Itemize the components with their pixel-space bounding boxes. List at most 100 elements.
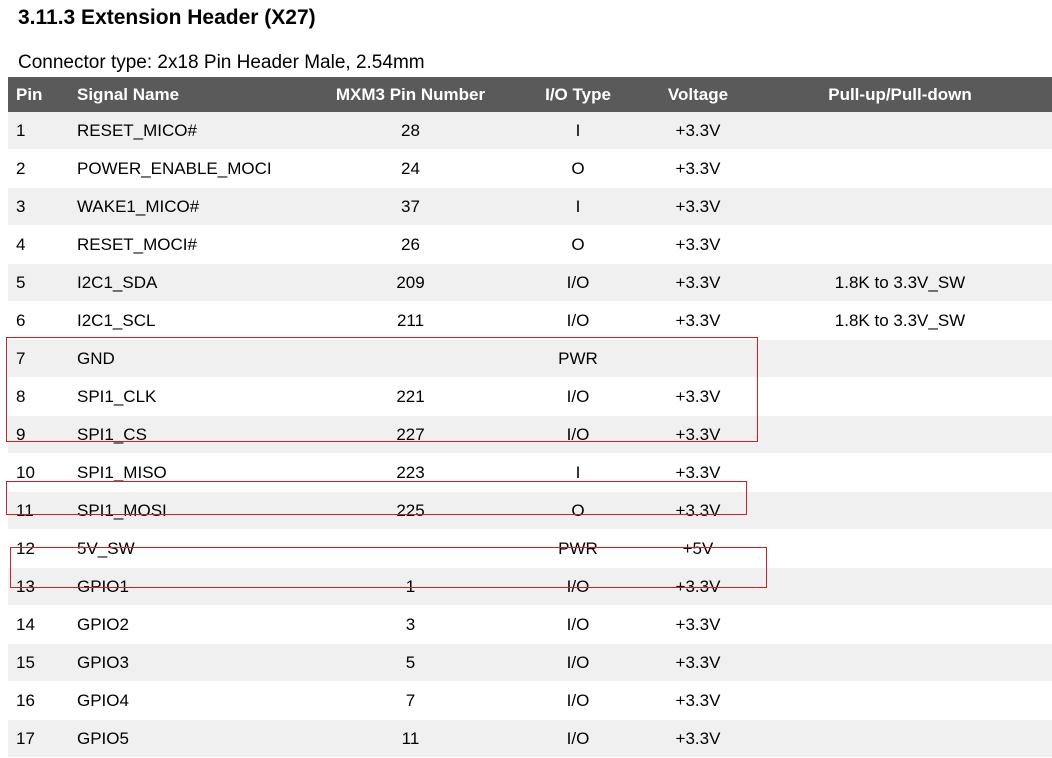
cell-signal-name: SPI1_CLK bbox=[68, 377, 313, 416]
section-title: 3.11.3 Extension Header (X27) bbox=[18, 6, 316, 29]
cell-signal-name: SPI1_MOSI bbox=[68, 491, 313, 530]
pinout-table: Pin Signal Name MXM3 Pin Number I/O Type… bbox=[8, 77, 1052, 758]
table-row: 5 I2C1_SDA 209 I/O +3.3V 1.8K to 3.3V_SW bbox=[8, 263, 1052, 302]
table-row: 2 POWER_ENABLE_MOCI 24 O +3.3V bbox=[8, 149, 1052, 188]
cell-pull-up-pull-down: 1.8K to 3.3V_SW bbox=[748, 263, 1052, 302]
cell-signal-name: 5V_SW bbox=[68, 529, 313, 568]
cell-pin: 9 bbox=[8, 415, 68, 454]
cell-pull-up-pull-down bbox=[748, 567, 1052, 606]
cell-signal-name: RESET_MOCI# bbox=[68, 225, 313, 264]
cell-signal-name: I2C1_SDA bbox=[68, 263, 313, 302]
header-voltage: Voltage bbox=[648, 77, 748, 112]
cell-voltage: +3.3V bbox=[648, 605, 748, 644]
header-pull-up-pull-down: Pull-up/Pull-down bbox=[748, 77, 1052, 112]
cell-mxm3-pin-number: 209 bbox=[313, 263, 508, 302]
cell-pull-up-pull-down bbox=[748, 453, 1052, 492]
cell-signal-name: SPI1_CS bbox=[68, 415, 313, 454]
table-row: 4 RESET_MOCI# 26 O +3.3V bbox=[8, 225, 1052, 264]
header-pin: Pin bbox=[8, 77, 68, 112]
cell-io-type: I/O bbox=[508, 643, 648, 682]
table-row: 8 SPI1_CLK 221 I/O +3.3V bbox=[8, 377, 1052, 416]
cell-io-type: I/O bbox=[508, 263, 648, 302]
cell-mxm3-pin-number: 24 bbox=[313, 149, 508, 188]
cell-voltage: +3.3V bbox=[648, 681, 748, 720]
table-row: 1 RESET_MICO# 28 I +3.3V bbox=[8, 112, 1052, 150]
cell-pin: 15 bbox=[8, 643, 68, 682]
cell-pin: 10 bbox=[8, 453, 68, 492]
cell-signal-name: GPIO4 bbox=[68, 681, 313, 720]
cell-pin: 11 bbox=[8, 491, 68, 530]
cell-mxm3-pin-number: 211 bbox=[313, 301, 508, 340]
cell-voltage: +3.3V bbox=[648, 719, 748, 758]
cell-io-type: PWR bbox=[508, 339, 648, 378]
cell-pin: 14 bbox=[8, 605, 68, 644]
cell-io-type: I/O bbox=[508, 415, 648, 454]
cell-pin: 1 bbox=[8, 112, 68, 150]
cell-signal-name: GPIO5 bbox=[68, 719, 313, 758]
cell-pin: 6 bbox=[8, 301, 68, 340]
table-row: 7 GND PWR bbox=[8, 339, 1052, 378]
table-row: 17 GPIO5 11 I/O +3.3V bbox=[8, 719, 1052, 758]
cell-mxm3-pin-number: 11 bbox=[313, 719, 508, 758]
cell-mxm3-pin-number: 225 bbox=[313, 491, 508, 530]
cell-io-type: I/O bbox=[508, 681, 648, 720]
cell-pin: 7 bbox=[8, 339, 68, 378]
cell-pin: 2 bbox=[8, 149, 68, 188]
connector-type: Connector type: 2x18 Pin Header Male, 2.… bbox=[18, 52, 425, 73]
cell-voltage: +3.3V bbox=[648, 415, 748, 454]
cell-signal-name: GPIO1 bbox=[68, 567, 313, 606]
cell-voltage: +3.3V bbox=[648, 263, 748, 302]
table-row: 3 WAKE1_MICO# 37 I +3.3V bbox=[8, 187, 1052, 226]
cell-signal-name: I2C1_SCL bbox=[68, 301, 313, 340]
cell-io-type: I bbox=[508, 453, 648, 492]
cell-pull-up-pull-down bbox=[748, 225, 1052, 264]
cell-mxm3-pin-number: 227 bbox=[313, 415, 508, 454]
cell-mxm3-pin-number: 37 bbox=[313, 187, 508, 226]
cell-mxm3-pin-number: 221 bbox=[313, 377, 508, 416]
cell-io-type: I/O bbox=[508, 567, 648, 606]
cell-pin: 3 bbox=[8, 187, 68, 226]
table-row: 6 I2C1_SCL 211 I/O +3.3V 1.8K to 3.3V_SW bbox=[8, 301, 1052, 340]
cell-mxm3-pin-number: 7 bbox=[313, 681, 508, 720]
cell-pull-up-pull-down bbox=[748, 491, 1052, 530]
cell-io-type: O bbox=[508, 491, 648, 530]
cell-voltage: +3.3V bbox=[648, 453, 748, 492]
header-signal-name: Signal Name bbox=[68, 77, 313, 112]
table-row: 12 5V_SW PWR +5V bbox=[8, 529, 1052, 568]
cell-pull-up-pull-down bbox=[748, 377, 1052, 416]
cell-pin: 12 bbox=[8, 529, 68, 568]
cell-mxm3-pin-number: 28 bbox=[313, 112, 508, 150]
cell-voltage: +3.3V bbox=[648, 643, 748, 682]
cell-pin: 17 bbox=[8, 719, 68, 758]
header-io-type: I/O Type bbox=[508, 77, 648, 112]
cell-pin: 13 bbox=[8, 567, 68, 606]
cell-signal-name: SPI1_MISO bbox=[68, 453, 313, 492]
cell-io-type: I/O bbox=[508, 605, 648, 644]
cell-pull-up-pull-down bbox=[748, 719, 1052, 758]
cell-pull-up-pull-down: 1.8K to 3.3V_SW bbox=[748, 301, 1052, 340]
cell-mxm3-pin-number bbox=[313, 339, 508, 378]
cell-io-type: I/O bbox=[508, 301, 648, 340]
cell-voltage bbox=[648, 339, 748, 378]
cell-pull-up-pull-down bbox=[748, 112, 1052, 150]
cell-pull-up-pull-down bbox=[748, 187, 1052, 226]
cell-io-type: PWR bbox=[508, 529, 648, 568]
header-mxm3-pin-number: MXM3 Pin Number bbox=[313, 77, 508, 112]
cell-pin: 8 bbox=[8, 377, 68, 416]
cell-mxm3-pin-number: 5 bbox=[313, 643, 508, 682]
cell-signal-name: GPIO2 bbox=[68, 605, 313, 644]
cell-io-type: I bbox=[508, 187, 648, 226]
table-row: 9 SPI1_CS 227 I/O +3.3V bbox=[8, 415, 1052, 454]
table-row: 13 GPIO1 1 I/O +3.3V bbox=[8, 567, 1052, 606]
cell-pull-up-pull-down bbox=[748, 339, 1052, 378]
cell-voltage: +3.3V bbox=[648, 377, 748, 416]
cell-voltage: +3.3V bbox=[648, 112, 748, 150]
cell-mxm3-pin-number: 26 bbox=[313, 225, 508, 264]
table-row: 10 SPI1_MISO 223 I +3.3V bbox=[8, 453, 1052, 492]
cell-signal-name: WAKE1_MICO# bbox=[68, 187, 313, 226]
cell-voltage: +3.3V bbox=[648, 225, 748, 264]
cell-signal-name: GPIO3 bbox=[68, 643, 313, 682]
cell-io-type: I bbox=[508, 112, 648, 150]
cell-signal-name: RESET_MICO# bbox=[68, 112, 313, 150]
cell-mxm3-pin-number: 223 bbox=[313, 453, 508, 492]
